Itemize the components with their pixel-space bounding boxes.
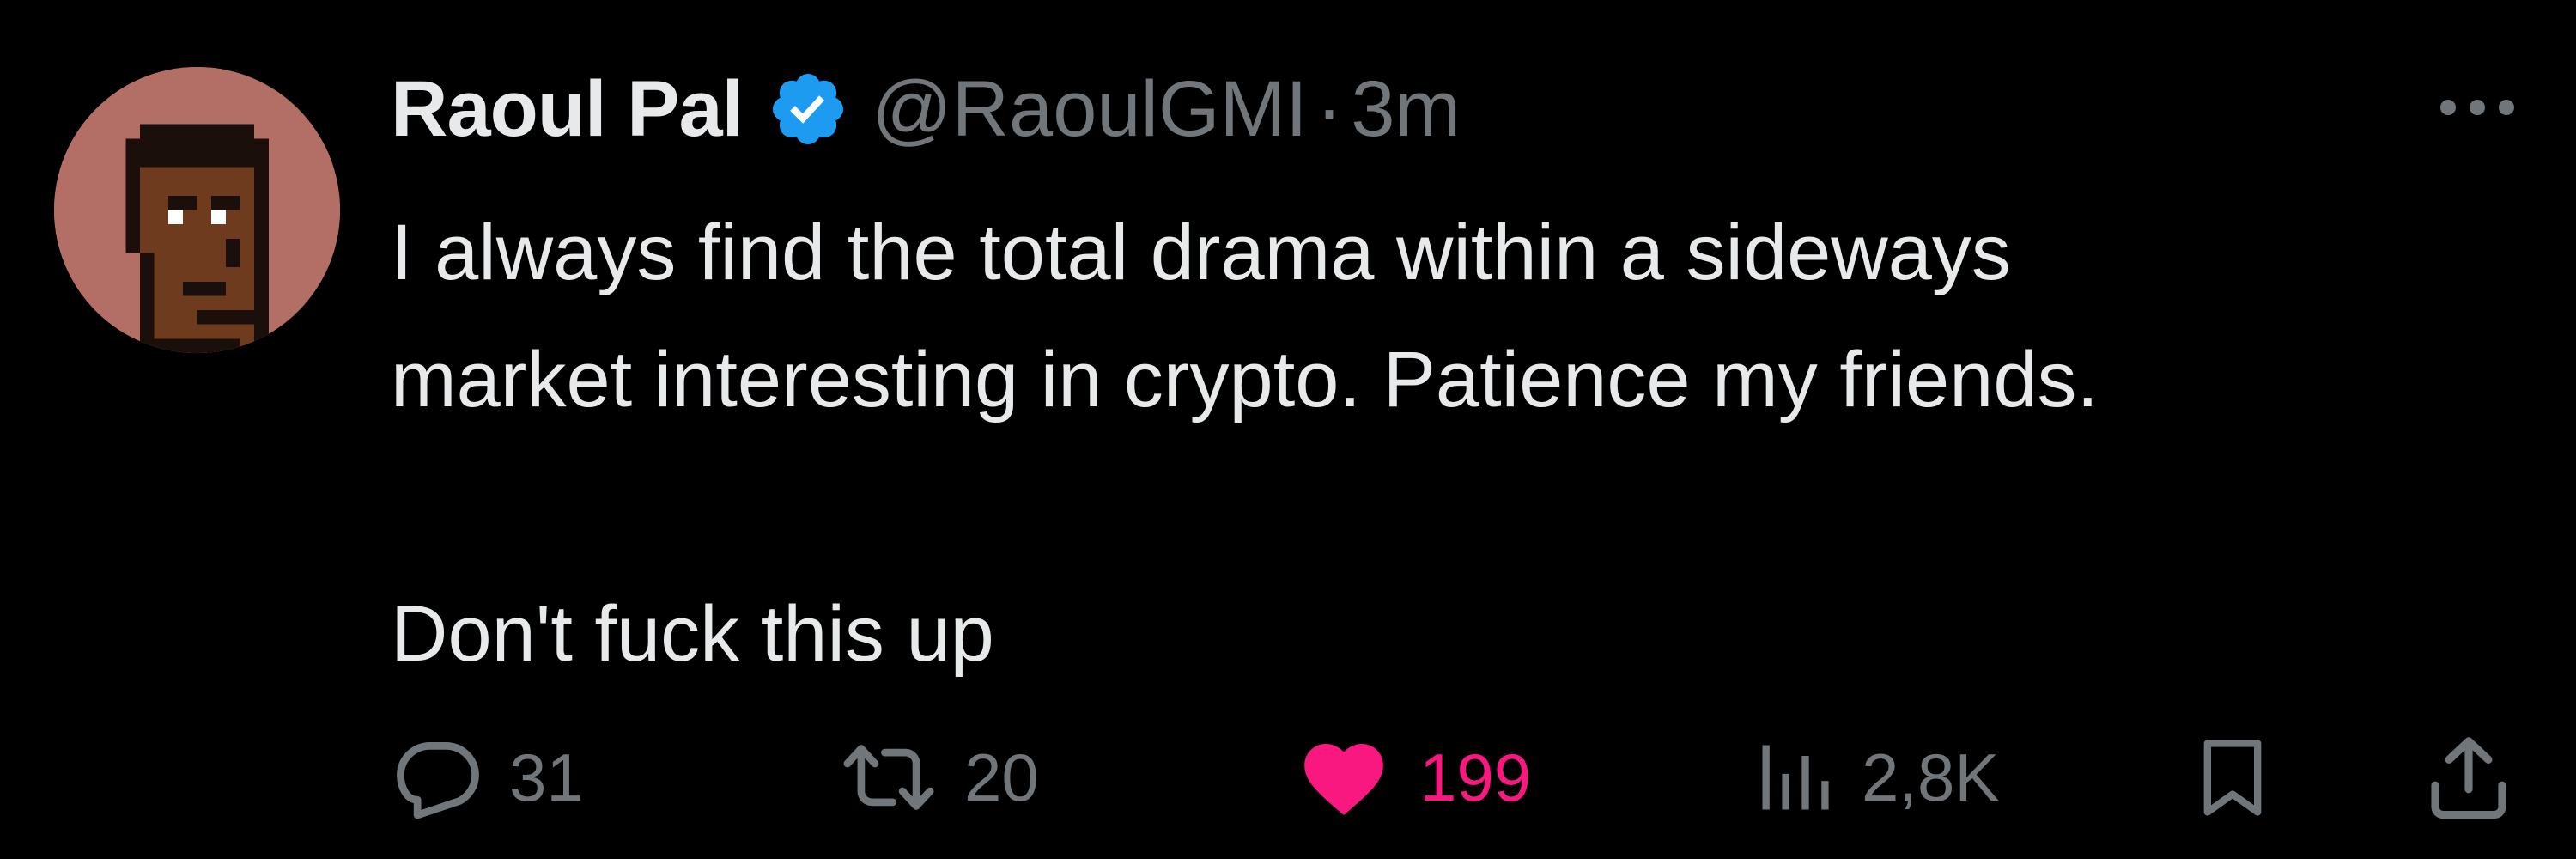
separator-dot: · <box>1315 64 1343 153</box>
reply-icon <box>397 741 479 819</box>
avatar[interactable] <box>54 67 340 353</box>
tweet-text: I always find the total drama within a s… <box>391 189 2520 698</box>
tweet-text-line: market interesting in crypto. Patience m… <box>391 336 2099 423</box>
timestamp[interactable]: 3m <box>1351 64 1461 155</box>
tweet-text-line: Don't fuck this up <box>391 590 994 678</box>
reply-button[interactable]: 31 <box>391 730 584 825</box>
bookmark-icon <box>2203 740 2262 816</box>
share-icon <box>2431 737 2506 819</box>
like-count: 199 <box>1419 739 1532 815</box>
like-button[interactable]: 199 <box>1292 730 1531 825</box>
author-display-name[interactable]: Raoul Pal <box>391 64 744 155</box>
more-options-icon <box>2440 100 2514 115</box>
bookmark-button[interactable] <box>2190 730 2275 825</box>
views-button[interactable]: 2,8K <box>1752 730 1999 825</box>
retweet-icon <box>843 745 934 810</box>
views-icon <box>1762 745 1829 810</box>
view-count: 2,8K <box>1862 739 2000 815</box>
author-handle[interactable]: @RaoulGMI <box>872 64 1308 155</box>
heart-icon <box>1304 744 1383 815</box>
tweet-text-line: I always find the total drama within a s… <box>391 209 2011 296</box>
tweet-header: Raoul Pal @RaoulGMI · 3m <box>391 62 1461 156</box>
pixel-punk-avatar-image <box>54 67 340 353</box>
reply-count: 31 <box>509 739 584 815</box>
more-options-button[interactable] <box>2430 82 2524 133</box>
retweet-button[interactable]: 20 <box>837 730 1039 825</box>
retweet-count: 20 <box>964 739 1039 815</box>
share-button[interactable] <box>2421 730 2516 825</box>
tweet-card[interactable]: Raoul Pal @RaoulGMI · 3m I always find t… <box>0 0 2576 859</box>
verified-badge-icon <box>767 68 849 150</box>
action-bar: 31 20 199 2,8K <box>391 730 2537 825</box>
